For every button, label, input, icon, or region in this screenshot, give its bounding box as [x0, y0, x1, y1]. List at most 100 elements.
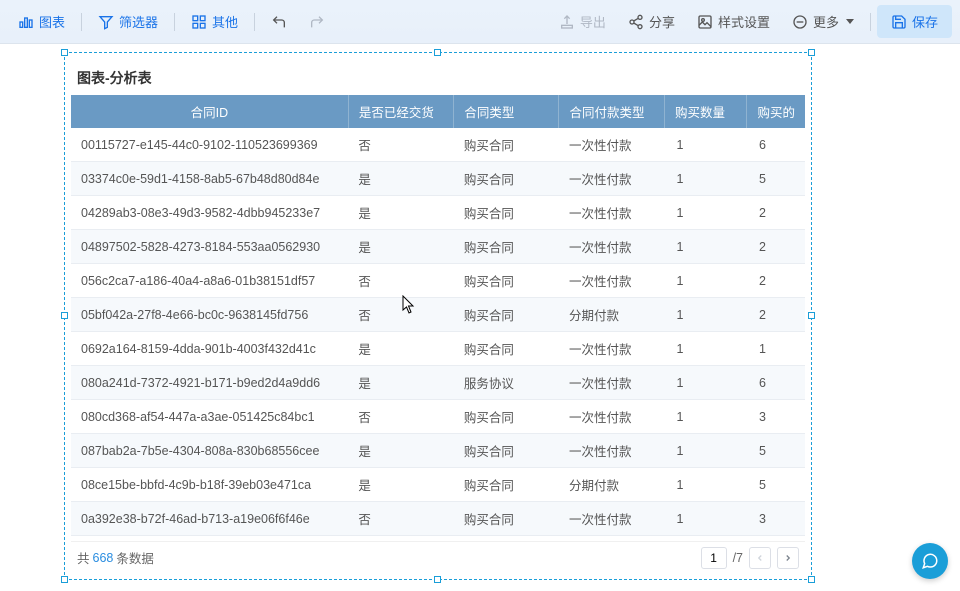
page-input[interactable] — [701, 547, 727, 569]
export-icon — [559, 14, 575, 30]
redo-button[interactable] — [299, 8, 335, 36]
table-header-row: 合同ID是否已经交货合同类型合同付款类型购买数量购买的 — [71, 95, 805, 128]
resize-handle-ml[interactable] — [61, 312, 68, 319]
table-cell: 是 — [348, 468, 453, 502]
selection-frame[interactable]: 图表-分析表 合同ID是否已经交货合同类型合同付款类型购买数量购买的 00115… — [64, 52, 812, 580]
table-row[interactable]: 08ce15be-bbfd-4c9b-b18f-39eb03e471ca是购买合… — [71, 468, 805, 502]
toolbar-left: 图表 筛选器 其他 — [8, 6, 335, 37]
separator — [81, 13, 82, 31]
table-cell: 否 — [348, 298, 453, 332]
column-header[interactable]: 合同付款类型 — [559, 95, 664, 128]
table-row[interactable]: 056c2ca7-a186-40a4-a8a6-01b38151df57否购买合… — [71, 264, 805, 298]
undo-button[interactable] — [261, 8, 297, 36]
column-header[interactable]: 购买的 — [747, 95, 805, 128]
resize-handle-mr[interactable] — [808, 312, 815, 319]
resize-handle-br[interactable] — [808, 576, 815, 583]
table-cell: 一次性付款 — [559, 196, 664, 230]
style-button[interactable]: 样式设置 — [687, 6, 780, 37]
table-cell: 购买合同 — [454, 264, 559, 298]
resize-handle-bl[interactable] — [61, 576, 68, 583]
table-cell: 6 — [747, 128, 805, 162]
column-header[interactable]: 合同类型 — [454, 95, 559, 128]
table-cell: 购买合同 — [454, 400, 559, 434]
table-cell: 是 — [348, 332, 453, 366]
widget-footer: 共 668 条数据 /7 — [71, 541, 805, 573]
share-button[interactable]: 分享 — [618, 6, 685, 37]
page-next-button[interactable] — [777, 547, 799, 569]
chart-button-label: 图表 — [39, 12, 65, 31]
table-cell: 购买合同 — [454, 332, 559, 366]
table-cell: 080a241d-7372-4921-b171-b9ed2d4a9dd6 — [71, 366, 348, 400]
table-row[interactable]: 03374c0e-59d1-4158-8ab5-67b48d80d84e是购买合… — [71, 162, 805, 196]
more-icon — [792, 14, 808, 30]
table-cell: 2 — [747, 230, 805, 264]
table-row[interactable]: 080cd368-af54-447a-a3ae-051425c84bc1否购买合… — [71, 400, 805, 434]
widget-title: 图表-分析表 — [71, 59, 805, 95]
table-cell: 0a481a95-5f8f-4a2f-acac-711dcd77ed80 — [71, 536, 348, 542]
footer-suffix: 条数据 — [116, 548, 154, 567]
table-cell: 5 — [747, 468, 805, 502]
table-cell: 05bf042a-27f8-4e66-bc0c-9638145fd756 — [71, 298, 348, 332]
table-cell: 一次性付款 — [559, 332, 664, 366]
table-row[interactable]: 0a481a95-5f8f-4a2f-acac-711dcd77ed80是长期协… — [71, 536, 805, 542]
chat-fab[interactable] — [912, 543, 948, 579]
table-cell: 1 — [664, 128, 746, 162]
row-count: 668 — [93, 551, 114, 565]
table-row[interactable]: 04897502-5828-4273-8184-553aa0562930是购买合… — [71, 230, 805, 264]
table-cell: 一次性付款 — [559, 536, 664, 542]
table-cell: 一次性付款 — [559, 128, 664, 162]
table-cell: 购买合同 — [454, 502, 559, 536]
table-cell: 04289ab3-08e3-49d3-9582-4dbb945233e7 — [71, 196, 348, 230]
page-prev-button[interactable] — [749, 547, 771, 569]
table-cell: 分期付款 — [559, 468, 664, 502]
table-scroll[interactable]: 合同ID是否已经交货合同类型合同付款类型购买数量购买的 00115727-e14… — [71, 95, 805, 541]
table-cell: 否 — [348, 502, 453, 536]
table-cell: 购买合同 — [454, 298, 559, 332]
table-cell: 1 — [664, 196, 746, 230]
canvas[interactable]: 图表-分析表 合同ID是否已经交货合同类型合同付款类型购买数量购买的 00115… — [0, 44, 960, 591]
other-button[interactable]: 其他 — [181, 6, 248, 37]
table-cell: 一次性付款 — [559, 434, 664, 468]
table-cell: 服务协议 — [454, 366, 559, 400]
resize-handle-bc[interactable] — [434, 576, 441, 583]
chart-icon — [18, 14, 34, 30]
table-row[interactable]: 087bab2a-7b5e-4304-808a-830b68556cee是购买合… — [71, 434, 805, 468]
filter-button[interactable]: 筛选器 — [88, 6, 168, 37]
table-cell: 购买合同 — [454, 468, 559, 502]
resize-handle-tl[interactable] — [61, 49, 68, 56]
chart-button[interactable]: 图表 — [8, 6, 75, 37]
column-header[interactable]: 是否已经交货 — [348, 95, 453, 128]
table-cell: 00115727-e145-44c0-9102-110523699369 — [71, 128, 348, 162]
table-row[interactable]: 00115727-e145-44c0-9102-110523699369否购买合… — [71, 128, 805, 162]
table-row[interactable]: 0692a164-8159-4dda-901b-4003f432d41c是购买合… — [71, 332, 805, 366]
redo-icon — [309, 14, 325, 30]
table-row[interactable]: 04289ab3-08e3-49d3-9582-4dbb945233e7是购买合… — [71, 196, 805, 230]
export-button[interactable]: 导出 — [549, 6, 616, 37]
footer-prefix: 共 — [77, 548, 90, 567]
table-row[interactable]: 080a241d-7372-4921-b171-b9ed2d4a9dd6是服务协… — [71, 366, 805, 400]
table-cell: 1 — [664, 468, 746, 502]
save-button-label: 保存 — [912, 12, 938, 31]
resize-handle-tr[interactable] — [808, 49, 815, 56]
table-cell: 购买合同 — [454, 230, 559, 264]
table-cell: 08ce15be-bbfd-4c9b-b18f-39eb03e471ca — [71, 468, 348, 502]
table-cell: 3 — [747, 400, 805, 434]
save-button[interactable]: 保存 — [877, 5, 952, 38]
table-cell: 3 — [747, 502, 805, 536]
table-cell: 1 — [664, 264, 746, 298]
table-row[interactable]: 05bf042a-27f8-4e66-bc0c-9638145fd756否购买合… — [71, 298, 805, 332]
separator — [870, 13, 871, 31]
table-row[interactable]: 0a392e38-b72f-46ad-b713-a19e06f6f46e否购买合… — [71, 502, 805, 536]
table-cell: 一次性付款 — [559, 366, 664, 400]
toolbar: 图表 筛选器 其他 导出 分享 样式设置 — [0, 0, 960, 44]
column-header[interactable]: 购买数量 — [664, 95, 746, 128]
table-cell: 1 — [747, 332, 805, 366]
undo-icon — [271, 14, 287, 30]
more-button[interactable]: 更多 — [782, 6, 864, 37]
style-icon — [697, 14, 713, 30]
separator — [254, 13, 255, 31]
table-widget[interactable]: 图表-分析表 合同ID是否已经交货合同类型合同付款类型购买数量购买的 00115… — [71, 59, 805, 573]
column-header[interactable]: 合同ID — [71, 95, 348, 128]
resize-handle-tc[interactable] — [434, 49, 441, 56]
export-button-label: 导出 — [580, 12, 606, 31]
